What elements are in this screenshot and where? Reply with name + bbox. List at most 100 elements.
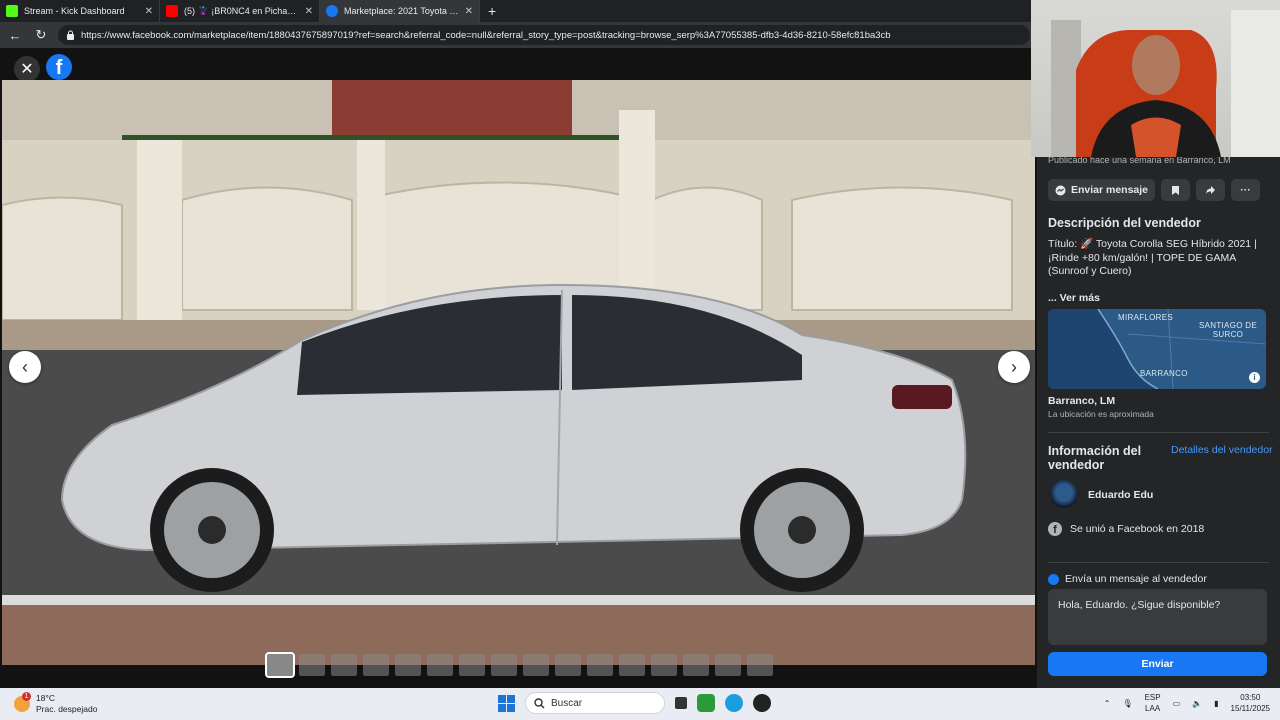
search-icon (534, 697, 545, 708)
photo-thumbnail[interactable] (587, 654, 613, 676)
next-photo-button[interactable]: › (998, 351, 1030, 383)
language-indicator[interactable]: ESP LAA (1145, 692, 1161, 714)
network-icon[interactable]: ▭ (1173, 699, 1181, 708)
photo-thumbnail[interactable] (331, 654, 357, 676)
windows-taskbar: 1 18°C Prac. despejado Buscar ⌃ 🎙 ESP LA… (0, 688, 1280, 720)
photo-thumbnail[interactable] (619, 654, 645, 676)
divider (1048, 432, 1269, 433)
volume-icon[interactable]: 🔈 (1192, 699, 1202, 708)
see-more-link[interactable]: ... Ver más (1048, 292, 1100, 304)
message-seller-header: Envía un mensaje al vendedor (1048, 573, 1207, 585)
seller-details-link[interactable]: Detalles del vendedor (1171, 444, 1273, 456)
map-label: BARRANCO (1140, 369, 1188, 378)
message-seller-title: Envía un mensaje al vendedor (1065, 573, 1207, 585)
tab-kick-dashboard[interactable]: Stream - Kick Dashboard ✕ (0, 0, 160, 22)
messenger-icon (1055, 185, 1066, 195)
back-arrow-icon[interactable]: ← (6, 28, 24, 43)
sun-icon: 1 (14, 692, 31, 712)
facebook-logo-icon[interactable]: f (46, 54, 72, 80)
language-code: ESP (1144, 693, 1161, 702)
obs-icon[interactable] (753, 694, 771, 712)
photo-thumbnail[interactable] (555, 654, 581, 676)
taskbar-center: Buscar (498, 692, 771, 714)
listing-photo (2, 80, 1035, 665)
photo-thumbnail[interactable] (363, 654, 389, 676)
tab-close-icon[interactable]: ✕ (145, 6, 153, 17)
listing-description: Título: 🚀 Toyota Corolla SEG Híbrido 202… (1048, 238, 1257, 277)
photo-thumbnail[interactable] (299, 654, 325, 676)
photo-thumbnail[interactable] (491, 654, 517, 676)
temperature: 18°C (36, 693, 55, 703)
action-row: Enviar mensaje ··· (1048, 179, 1260, 201)
reload-icon[interactable]: ↻ (32, 27, 50, 43)
address-bar[interactable]: https://www.facebook.com/marketplace/ite… (58, 25, 1030, 45)
car-photo (2, 80, 1035, 665)
photo-thumbnails (265, 652, 773, 678)
ellipsis-icon: ··· (1240, 184, 1251, 196)
microphone-icon[interactable]: 🎙 (1122, 699, 1132, 708)
xbox-icon[interactable] (697, 694, 715, 712)
tab-label: (5) 🦹 ¡BR0NC4 en Pichanga! (184, 5, 299, 16)
facebook-icon (326, 5, 338, 17)
message-input[interactable]: Hola, Eduardo. ¿Sigue disponible? (1048, 589, 1267, 645)
photo-thumbnail[interactable] (747, 654, 773, 676)
map-label: MIRAFLORES (1118, 313, 1174, 322)
photo-thumbnail[interactable] (427, 654, 453, 676)
new-tab-button[interactable]: + (480, 0, 504, 22)
location-name: Barranco, LM (1048, 395, 1116, 407)
task-view-icon[interactable] (675, 697, 687, 709)
seller-name[interactable]: Eduardo Edu (1088, 489, 1153, 501)
seller-avatar[interactable] (1050, 480, 1078, 508)
photo-thumbnail[interactable] (715, 654, 741, 676)
map-label: SANTIAGO DE SURCO (1199, 321, 1257, 339)
facebook-icon: f (1048, 522, 1062, 536)
tab-youtube[interactable]: (5) 🦹 ¡BR0NC4 en Pichanga! ✕ (160, 0, 320, 22)
send-message-label: Enviar mensaje (1070, 184, 1149, 196)
battery-icon[interactable]: ▮ (1214, 699, 1218, 708)
seller-info-title: Información del vendedor (1048, 444, 1142, 472)
more-options-button[interactable]: ··· (1231, 179, 1260, 201)
photo-thumbnail[interactable] (683, 654, 709, 676)
seller-description-title: Descripción del vendedor (1048, 216, 1201, 230)
kick-icon (6, 5, 18, 17)
weather-condition: Prac. despejado (36, 704, 98, 714)
notification-badge: 1 (22, 692, 31, 701)
windows-start-icon[interactable] (498, 694, 515, 712)
edge-icon[interactable] (725, 694, 743, 712)
share-icon (1206, 186, 1215, 194)
chevron-up-icon[interactable]: ⌃ (1104, 699, 1111, 708)
time: 03:50 (1240, 693, 1261, 702)
tab-close-icon[interactable]: ✕ (305, 6, 313, 17)
clock[interactable]: 03:50 15/11/2025 (1231, 692, 1270, 714)
photo-thumbnail[interactable] (265, 652, 295, 678)
photo-thumbnail[interactable] (459, 654, 485, 676)
webcam-overlay (1031, 0, 1280, 157)
info-icon[interactable]: i (1249, 372, 1260, 383)
divider (1048, 562, 1269, 563)
search-label: Buscar (551, 697, 583, 709)
joined-text: Se unió a Facebook en 2018 (1070, 523, 1205, 535)
tab-label: Marketplace: 2021 Toyota Corolla (344, 6, 459, 16)
photo-viewer: ✕ f ‹ › (0, 48, 1037, 688)
streamer-webcam (1051, 10, 1280, 157)
tab-close-icon[interactable]: ✕ (465, 6, 473, 17)
photo-thumbnail[interactable] (395, 654, 421, 676)
lock-icon (67, 30, 74, 40)
joined-info: f Se unió a Facebook en 2018 (1048, 522, 1204, 536)
send-message-button[interactable]: Enviar mensaje (1048, 179, 1155, 201)
taskbar-search[interactable]: Buscar (525, 692, 665, 714)
location-note: La ubicación es aproximada (1048, 409, 1154, 419)
url-text: https://www.facebook.com/marketplace/ite… (81, 29, 891, 41)
weather-widget[interactable]: 1 18°C Prac. despejado (14, 692, 98, 715)
save-button[interactable] (1161, 179, 1190, 201)
photo-thumbnail[interactable] (651, 654, 677, 676)
bookmark-icon (1172, 185, 1179, 195)
share-button[interactable] (1196, 179, 1225, 201)
tab-marketplace[interactable]: Marketplace: 2021 Toyota Corolla ✕ (320, 0, 480, 22)
previous-photo-button[interactable]: ‹ (9, 351, 41, 383)
close-icon[interactable]: ✕ (14, 56, 40, 82)
location-map[interactable]: MIRAFLORES SANTIAGO DE SURCO BARRANCO i (1048, 309, 1266, 389)
keyboard-layout: LAA (1145, 704, 1161, 713)
send-button[interactable]: Enviar (1048, 652, 1267, 676)
photo-thumbnail[interactable] (523, 654, 549, 676)
